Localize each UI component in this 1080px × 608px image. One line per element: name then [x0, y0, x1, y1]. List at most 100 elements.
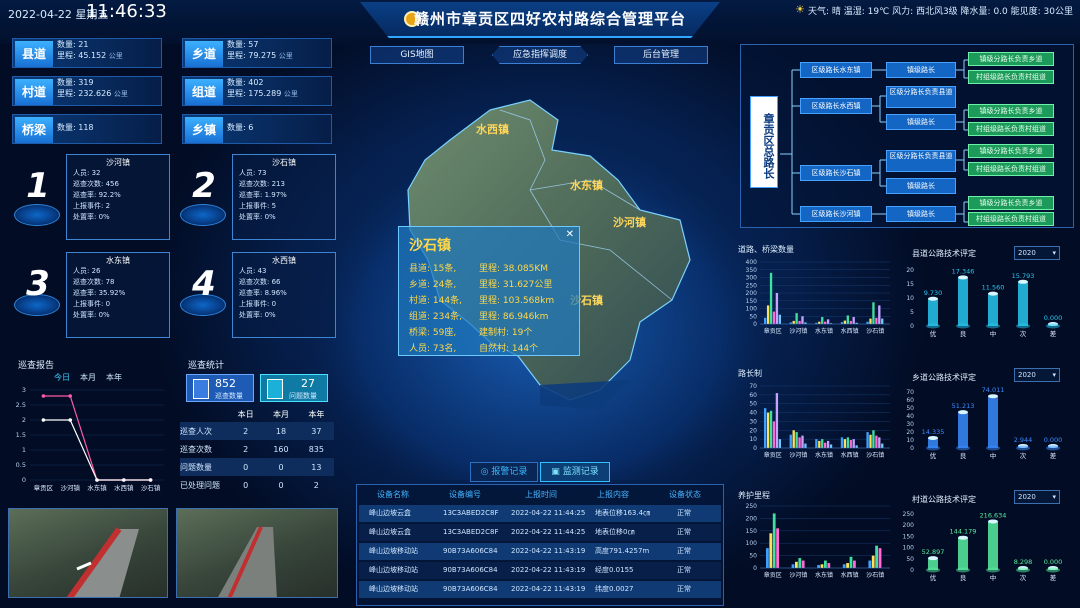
- popup-title: 沙石镇: [409, 238, 451, 254]
- org-village-node[interactable]: 村组级路长负责村组道: [968, 70, 1054, 84]
- org-village-node[interactable]: 镇级分路长负责乡道: [968, 144, 1054, 158]
- org-root[interactable]: 章贡区总路长: [750, 96, 778, 188]
- camera-feed-2[interactable]: [176, 508, 338, 598]
- year-select[interactable]: 2020 ▾: [1014, 368, 1060, 382]
- bar: [878, 548, 882, 568]
- x-tick-label: 次: [1020, 573, 1027, 582]
- y-tick-label: 30: [906, 421, 914, 428]
- bar: [821, 439, 824, 448]
- table-cell: 地表位移163.4㎝: [595, 509, 651, 517]
- org-town-node[interactable]: 镇级路长: [886, 206, 956, 222]
- org-town-node[interactable]: 区级分路长负责县道: [886, 150, 956, 172]
- table-cell: 峰山边坡云盒: [369, 528, 411, 536]
- org-town-node[interactable]: 镇级路长: [886, 178, 956, 194]
- y-tick-label: 15: [906, 281, 914, 288]
- org-village-node[interactable]: 村组级路长负责村组道: [968, 162, 1054, 176]
- table-row[interactable]: 峰山边坡云盒 13C3ABED2C8F 2022-04-22 11:44:25 地表位…: [359, 505, 721, 522]
- tab-monitor-records[interactable]: ▣ 监测记录: [540, 462, 610, 482]
- stat-count: 数量: 402: [227, 78, 264, 87]
- bar: [988, 293, 998, 326]
- stat-card-town[interactable]: 乡镇 数量: 6: [182, 114, 332, 144]
- bar: [775, 293, 779, 324]
- y-tick-label: 0: [753, 321, 757, 328]
- bar-base: [1046, 445, 1060, 451]
- stat-card-bridge[interactable]: 桥梁 数量: 118: [12, 114, 162, 144]
- town-report: 上报事件: 0: [239, 300, 277, 308]
- year-select[interactable]: 2020 ▾: [1014, 490, 1060, 504]
- stat-card-county-road[interactable]: 县道 数量: 21 里程: 45.152 公里: [12, 38, 162, 68]
- town-card[interactable]: 沙石镇 人员: 73 巡查次数: 213 巡查率: 1.97% 上报事件: 5 …: [232, 154, 336, 240]
- org-town-node[interactable]: 镇级路长: [886, 62, 956, 78]
- town-name: 水东镇: [106, 256, 130, 265]
- x-tick-label: 次: [1020, 451, 1027, 460]
- tab-alarm-records[interactable]: ◎ 报警记录: [470, 462, 538, 482]
- y-tick-label: 0: [753, 565, 757, 572]
- tab-admin[interactable]: 后台管理: [614, 46, 708, 64]
- town-patrol-rate: 巡查率: 8.96%: [239, 289, 287, 297]
- year-select-value: 2020: [1018, 371, 1036, 379]
- col-device-name: 设备名称: [377, 490, 409, 499]
- col-device-status: 设备状态: [669, 490, 701, 499]
- y-tick-label: 400: [746, 259, 758, 266]
- y-tick-label: 5: [910, 309, 914, 316]
- map-label-shuixi[interactable]: 水西镇: [476, 121, 509, 137]
- stat-card-village-road[interactable]: 村道 数量: 319 里程: 232.626 公里: [12, 76, 162, 106]
- series-line: [43, 395, 151, 481]
- bar: [849, 556, 853, 568]
- town-card[interactable]: 水东镇 人员: 26 巡查次数: 78 巡查率: 35.92% 上报事件: 0 …: [66, 252, 170, 338]
- org-town-node[interactable]: 镇级路长: [886, 114, 956, 130]
- chevron-down-icon: ▾: [1052, 493, 1056, 501]
- patrol-count-label: 巡查数量: [215, 392, 243, 400]
- x-tick-label: 差: [1050, 573, 1057, 582]
- y-tick-label: 200: [746, 515, 758, 522]
- table-cell: 正常: [677, 585, 691, 593]
- x-tick-label: 次: [1020, 329, 1027, 338]
- x-tick-label: 沙河镇: [789, 327, 807, 335]
- org-district-node[interactable]: 区级路长沙石镇: [800, 165, 872, 181]
- bar: [868, 560, 872, 568]
- bar: [988, 396, 998, 448]
- camera-feed-1[interactable]: [8, 508, 168, 598]
- org-village-node[interactable]: 村组级路长负责村组道: [968, 122, 1054, 136]
- close-icon[interactable]: ✕: [566, 229, 574, 240]
- bar: [881, 443, 884, 448]
- bar: [798, 558, 802, 568]
- chart-road-chief: 70 60 50 4030 20 10 0 章贡区 沙河镇 水东镇 水西镇 沙石镇: [749, 383, 890, 459]
- bar: [875, 435, 878, 448]
- tab-emergency[interactable]: 应急指挥调度: [492, 46, 588, 64]
- bar-base: [1046, 323, 1060, 329]
- year-select[interactable]: 2020 ▾: [1014, 246, 1060, 260]
- stat-card-group-road[interactable]: 组道 数量: 402 里程: 175.289 公里: [182, 76, 332, 106]
- weather-info: 天气: 晴 温湿: 19℃ 风力: 西北风3级 降水量: 0.0 能见度: 30…: [808, 7, 1073, 17]
- stat-card-township-road[interactable]: 乡道 数量: 57 里程: 79.275 公里: [182, 38, 332, 68]
- x-tick-label: 水西镇: [841, 327, 859, 335]
- stat-unit: 公里: [108, 52, 123, 60]
- org-district-node[interactable]: 区级路长水东镇: [800, 62, 872, 78]
- tab-gis-map[interactable]: GIS地图: [370, 46, 464, 64]
- org-district-node[interactable]: 区级路长沙河镇: [800, 206, 872, 222]
- bar-cap: [988, 519, 998, 524]
- org-town-node[interactable]: 区级分路长负责县道: [886, 86, 956, 108]
- bar: [824, 321, 827, 324]
- org-village-node[interactable]: 镇级分路长负责乡道: [968, 52, 1054, 66]
- org-village-node[interactable]: 村组级路长负责村组道: [968, 212, 1054, 226]
- table-row[interactable]: 峰山边坡移动站 90B73A606C84 2022-04-22 11:43:19 纬度…: [359, 581, 721, 598]
- table-cell: 正常: [677, 528, 691, 536]
- town-card[interactable]: 水西镇 人员: 43 巡查次数: 66 巡查率: 8.96% 上报事件: 0 处…: [232, 252, 336, 338]
- org-district-node[interactable]: 区级路长水西镇: [800, 98, 872, 114]
- table-row[interactable]: 峰山边坡移动站 90B73A606C84 2022-04-22 11:43:19 经度…: [359, 562, 721, 579]
- table-header-cell: 本月: [272, 409, 289, 419]
- map-label-shuidong[interactable]: 水东镇: [570, 177, 603, 193]
- map-label-shahe[interactable]: 沙河镇: [613, 214, 646, 230]
- org-village-node[interactable]: 镇级分路长负责乡道: [968, 196, 1054, 210]
- org-village-node[interactable]: 镇级分路长负责乡道: [968, 104, 1054, 118]
- table-cell: 2022-04-22 11:43:19: [511, 566, 586, 574]
- town-patrol-times: 巡查次数: 213: [239, 180, 285, 188]
- town-card[interactable]: 沙河镇 人员: 32 巡查次数: 456 巡查率: 92.2% 上报事件: 2 …: [66, 154, 170, 240]
- popup-row-a: 人员: 73名,: [409, 344, 457, 354]
- table-row[interactable]: 峰山边坡云盒 13C3ABED2C8F 2022-04-22 11:44:25 地表位…: [359, 524, 721, 541]
- table-header-cell: 本日: [237, 409, 254, 419]
- table-row[interactable]: 峰山边坡移动站 90B73A606C84 2022-04-22 11:43:19 高度…: [359, 543, 721, 560]
- table-cell: 巡查人次: [180, 426, 212, 436]
- table-cell: 0: [243, 462, 249, 472]
